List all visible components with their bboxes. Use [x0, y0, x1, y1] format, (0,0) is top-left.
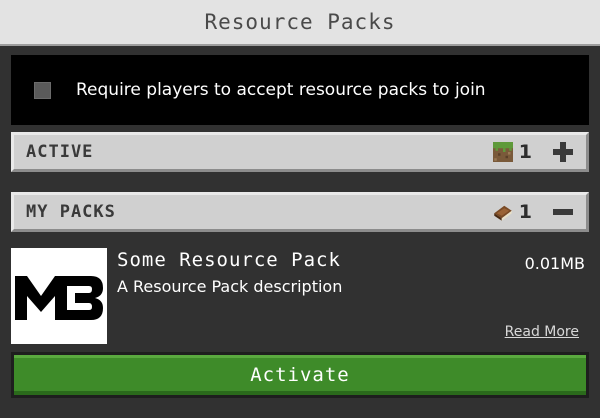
activate-button-label: Activate [250, 364, 350, 386]
minus-icon[interactable] [550, 199, 576, 225]
my-packs-section-label: MY PACKS [26, 202, 116, 222]
activate-button[interactable]: Activate [11, 352, 589, 398]
active-section-label: ACTIVE [26, 142, 94, 162]
pack-description: A Resource Pack description [117, 277, 343, 296]
my-packs-count: 1 [518, 201, 532, 223]
book-icon [494, 205, 512, 221]
read-more-link[interactable]: Read More [505, 324, 579, 340]
pack-size: 0.01MB [524, 254, 585, 273]
require-accept-row[interactable]: Require players to accept resource packs… [11, 55, 589, 125]
resource-pack-item[interactable]: Some Resource Pack A Resource Pack descr… [11, 248, 589, 344]
pack-name: Some Resource Pack [117, 249, 341, 271]
window-title: Resource Packs [204, 10, 396, 34]
require-accept-label: Require players to accept resource packs… [76, 80, 486, 100]
title-bar: Resource Packs [0, 0, 600, 46]
pack-logo [11, 248, 107, 344]
require-accept-checkbox[interactable] [34, 81, 51, 99]
resource-packs-panel: Require players to accept resource packs… [0, 46, 600, 418]
grass-block-icon [492, 142, 513, 162]
active-pack-count: 1 [518, 141, 532, 163]
m3-logo-icon [11, 248, 107, 344]
plus-icon[interactable] [550, 139, 576, 165]
active-section-header[interactable]: ACTIVE 1 [11, 132, 589, 172]
my-packs-section-header[interactable]: MY PACKS 1 [11, 192, 589, 232]
